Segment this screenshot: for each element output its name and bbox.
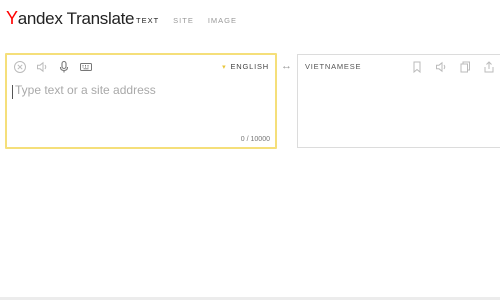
keyboard-icon[interactable] <box>79 60 93 74</box>
target-panel: VIETNAMESE <box>297 54 500 148</box>
tab-image[interactable]: IMAGE <box>208 16 237 25</box>
bookmark-icon[interactable] <box>410 60 424 74</box>
yandex-translate-logo[interactable]: Yandex Translate <box>6 8 134 34</box>
source-panel: ▾ ENGLISH 0 / 10000 <box>5 53 277 149</box>
logo-letter: Y <box>6 8 18 28</box>
speaker-icon[interactable] <box>35 60 49 74</box>
target-language-select[interactable]: VIETNAMESE <box>305 62 361 71</box>
tab-text[interactable]: TEXT <box>136 16 159 25</box>
source-language-select[interactable]: ▾ ENGLISH <box>222 62 269 71</box>
copy-icon[interactable] <box>458 60 472 74</box>
chevron-down-icon: ▾ <box>222 63 227 71</box>
microphone-icon[interactable] <box>57 60 71 74</box>
share-icon[interactable] <box>482 60 496 74</box>
logo-text: andex Translate <box>17 9 135 28</box>
top-navigation: TEXT SITE IMAGE <box>136 16 251 25</box>
clear-icon[interactable] <box>13 60 27 74</box>
source-text-input[interactable] <box>12 83 267 123</box>
character-counter: 0 / 10000 <box>240 136 270 143</box>
tab-site[interactable]: SITE <box>173 16 194 25</box>
source-language-label: ENGLISH <box>230 62 269 71</box>
target-toolbar <box>410 60 496 74</box>
speaker-icon[interactable] <box>434 60 448 74</box>
source-toolbar <box>13 60 93 74</box>
swap-languages-button[interactable]: ↔ <box>281 60 292 72</box>
